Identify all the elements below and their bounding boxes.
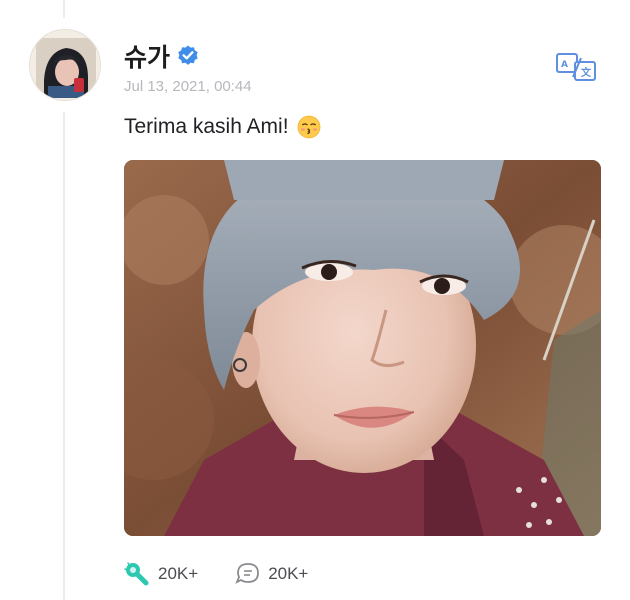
verified-badge-icon [176,44,200,68]
post-photo[interactable] [124,160,601,536]
svg-text:文: 文 [581,66,592,79]
comment-bubble-icon [234,561,262,587]
lightstick-like-icon [124,561,152,587]
comment-button[interactable]: 20K+ [234,561,308,587]
author-name[interactable]: 슈가 [124,38,170,74]
like-button[interactable]: 20K+ [124,561,198,587]
post-text: Terima kasih Ami! [124,115,321,139]
author-avatar[interactable] [29,29,101,101]
thread-line-bottom [63,112,65,600]
like-count: 20K+ [158,564,199,583]
svg-text:A: A [561,60,568,70]
post-text-body: Terima kasih Ami! [124,115,289,138]
post-timestamp: Jul 13, 2021, 00:44 [124,78,252,95]
thread-line-top [63,0,65,18]
comment-count: 20K+ [268,564,309,583]
kissing-face-emoji-icon [297,115,321,139]
translate-icon[interactable]: A 文 [555,52,599,82]
post-actions: 20K+ 20K+ [124,561,344,587]
